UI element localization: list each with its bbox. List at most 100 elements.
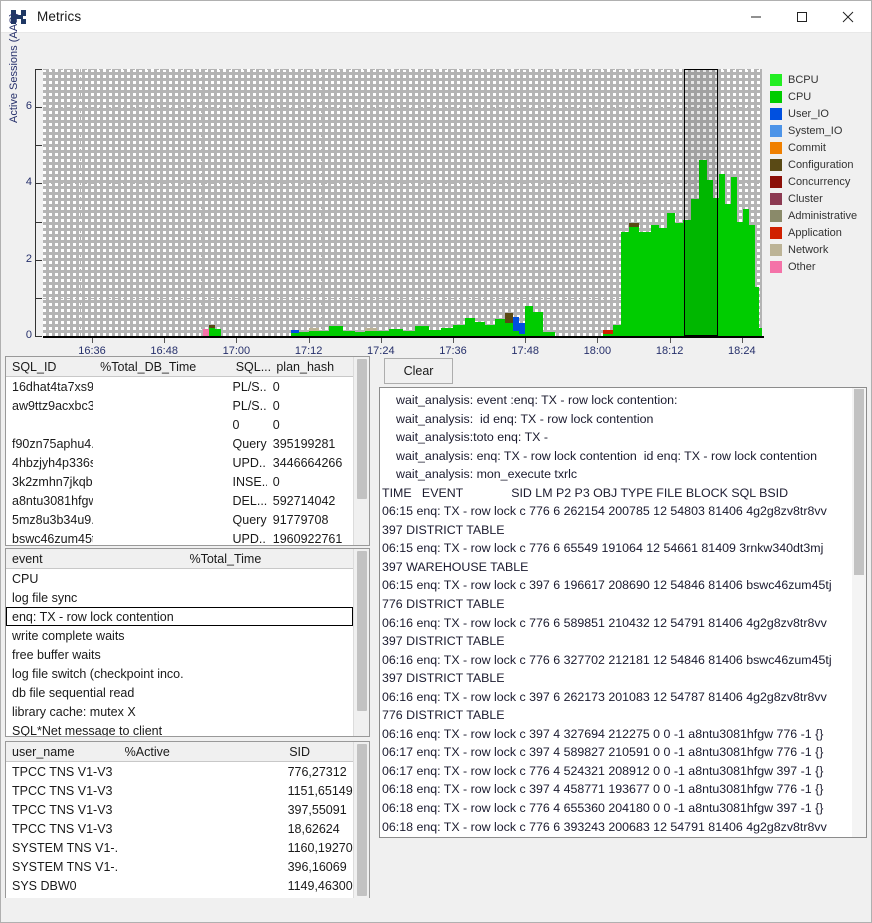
table-row[interactable]: 3k2zmhn7jkqb07INSE...0: [6, 472, 353, 491]
chart-y-tick-label: 4: [6, 176, 32, 188]
legend-item[interactable]: Concurrency: [770, 173, 868, 190]
aas-chart-panel: Active Sessions (AAS) 0246 16:3616:4817:…: [2, 33, 871, 343]
table-row[interactable]: library cache: mutex X0: [6, 702, 353, 721]
sql-id-table[interactable]: SQL_ID %Total_DB_Time SQL... plan_hash 1…: [5, 356, 370, 546]
chart-bar: [441, 328, 453, 336]
event-table[interactable]: event %Total_Time CPU91log file sync3enq…: [5, 548, 370, 737]
maximize-button[interactable]: [779, 1, 825, 33]
table-row[interactable]: 1000: [6, 415, 353, 434]
legend-item[interactable]: User_IO: [770, 105, 868, 122]
legend-item[interactable]: Application: [770, 224, 868, 241]
legend-item[interactable]: Other: [770, 258, 868, 275]
table-row[interactable]: SYSTEM TNS V1-...1396,16069: [6, 857, 353, 876]
table-row[interactable]: aw9ttz9acxbc313PL/S...0: [6, 396, 353, 415]
chart-x-tick: [164, 338, 165, 343]
legend-item[interactable]: System_IO: [770, 122, 868, 139]
event-table-scrollbar[interactable]: [353, 549, 369, 736]
legend-item[interactable]: CPU: [770, 88, 868, 105]
user-table-scrollbar[interactable]: [353, 742, 369, 915]
sql-table-body: 16dhat4ta7xs919PL/S...0aw9ttz9acxbc313PL…: [6, 377, 353, 545]
cell-sql-type: DEL...: [227, 494, 267, 508]
chart-bar: [675, 223, 683, 336]
minimize-button[interactable]: [733, 1, 779, 33]
sql-table-header: SQL_ID %Total_DB_Time SQL... plan_hash: [6, 357, 353, 377]
sql-table-scrollbar[interactable]: [353, 357, 369, 545]
legend-item[interactable]: Cluster: [770, 190, 868, 207]
legend-item[interactable]: Configuration: [770, 156, 868, 173]
cell-user-name: TPCC TNS V1-V3: [6, 803, 118, 817]
table-row[interactable]: TPCC TNS V1-V36018,62624: [6, 819, 353, 838]
cell-event: library cache: mutex X: [6, 705, 184, 719]
close-button[interactable]: [825, 1, 871, 33]
chart-y-tick: [35, 183, 42, 184]
cell-sql-type: 0: [227, 418, 267, 432]
chart-x-tick: [597, 338, 598, 343]
legend-label: Network: [788, 244, 828, 256]
table-row[interactable]: SYSTEM TNS V1-...21160,19270: [6, 838, 353, 857]
chart-x-tick-label: 17:48: [511, 345, 539, 357]
legend-swatch-icon: [770, 193, 782, 205]
cell-sql-id: a8ntu3081hfgw: [6, 494, 93, 508]
table-row[interactable]: CPU91: [6, 569, 353, 588]
chart-plot-area[interactable]: [43, 69, 762, 336]
wait-analysis-scroll-thumb[interactable]: [854, 389, 864, 575]
table-row[interactable]: f90zn75aphu4...8Query395199281: [6, 434, 353, 453]
chart-bar-segment: [209, 325, 215, 329]
wait-analysis-scrollbar[interactable]: [852, 388, 866, 837]
cell-sid: 776,27312: [282, 765, 353, 779]
wait-analysis-line: 06:16 enq: TX - row lock c 776 6 589851 …: [382, 614, 850, 633]
wait-analysis-line: 06:16 enq: TX - row lock c 397 4 327694 …: [382, 725, 850, 744]
table-row[interactable]: log file switch (checkpoint inco...1: [6, 664, 353, 683]
table-row[interactable]: SQL*Net message to client0: [6, 721, 353, 736]
legend-item[interactable]: BCPU: [770, 71, 868, 88]
chart-y-tick-label: 2: [6, 253, 32, 265]
cell-event: CPU: [6, 572, 184, 586]
cell-sid: 1149,46300: [282, 879, 353, 893]
chart-bar: [755, 328, 762, 336]
table-row[interactable]: log file sync3: [6, 588, 353, 607]
table-row[interactable]: a8ntu3081hfgw6DEL...592714042: [6, 491, 353, 510]
chart-y-tick: [35, 145, 42, 146]
col-active: %Active: [119, 745, 284, 759]
table-row[interactable]: 5mz8u3b34u9...4Query91779708: [6, 510, 353, 529]
wait-analysis-line: TIME EVENT SID LM P2 P3 OBJ TYPE FILE BL…: [382, 484, 850, 503]
legend-item[interactable]: Commit: [770, 139, 868, 156]
cell-plan-hash: 592714042: [267, 494, 353, 508]
table-row[interactable]: TPCC TNS V1-V3641151,65149: [6, 781, 353, 800]
event-table-scroll-thumb[interactable]: [357, 551, 367, 711]
table-row[interactable]: 16dhat4ta7xs919PL/S...0: [6, 377, 353, 396]
legend-label: User_IO: [788, 108, 829, 120]
table-row[interactable]: TPCC TNS V1-V364397,55091: [6, 800, 353, 819]
table-row[interactable]: SYS DBW011149,46300: [6, 876, 353, 895]
chart-bar: [495, 319, 505, 336]
user-name-table[interactable]: user_name %Active SID TPCC TNS V1-V37077…: [5, 741, 370, 916]
metrics-window: Metrics Active Sessions (AAS) 0246 16:36…: [0, 0, 872, 923]
cell-plan-hash: 0: [267, 475, 353, 489]
table-row[interactable]: enq: TX - row lock contention2: [6, 607, 353, 626]
chart-bar: [651, 225, 659, 336]
chart-selection-range[interactable]: [684, 69, 718, 336]
table-row[interactable]: TPCC TNS V1-V370776,27312: [6, 762, 353, 781]
cell-user-name: SYSTEM TNS V1-...: [6, 860, 118, 874]
wait-analysis-line: 06:17 enq: TX - row lock c 397 4 589827 …: [382, 743, 850, 762]
col-user-name: user_name: [6, 745, 119, 759]
legend-label: Concurrency: [788, 176, 850, 188]
legend-item[interactable]: Network: [770, 241, 868, 258]
table-row[interactable]: 4hbzjyh4p336s7UPD...3446664266: [6, 453, 353, 472]
wait-analysis-text-pane[interactable]: wait_analysis: event :enq: TX - row lock…: [379, 387, 867, 838]
legend-swatch-icon: [770, 176, 782, 188]
legend-swatch-icon: [770, 261, 782, 273]
chart-bar: [639, 232, 651, 337]
chart-x-tick: [92, 338, 93, 343]
legend-item[interactable]: Administrative: [770, 207, 868, 224]
legend-label: Other: [788, 261, 816, 273]
clear-button[interactable]: Clear: [384, 358, 453, 384]
sql-table-scroll-thumb[interactable]: [357, 359, 367, 499]
wait-analysis-line: 06:16 enq: TX - row lock c 776 6 327702 …: [382, 651, 850, 670]
table-row[interactable]: db file sequential read0: [6, 683, 353, 702]
table-row[interactable]: free buffer waits1: [6, 645, 353, 664]
table-row[interactable]: bswc46zum45tj3UPD...1960922761: [6, 529, 353, 545]
table-row[interactable]: write complete waits1: [6, 626, 353, 645]
wait-analysis-line: 06:16 enq: TX - row lock c 397 6 262173 …: [382, 688, 850, 707]
user-table-scroll-thumb[interactable]: [357, 744, 367, 896]
